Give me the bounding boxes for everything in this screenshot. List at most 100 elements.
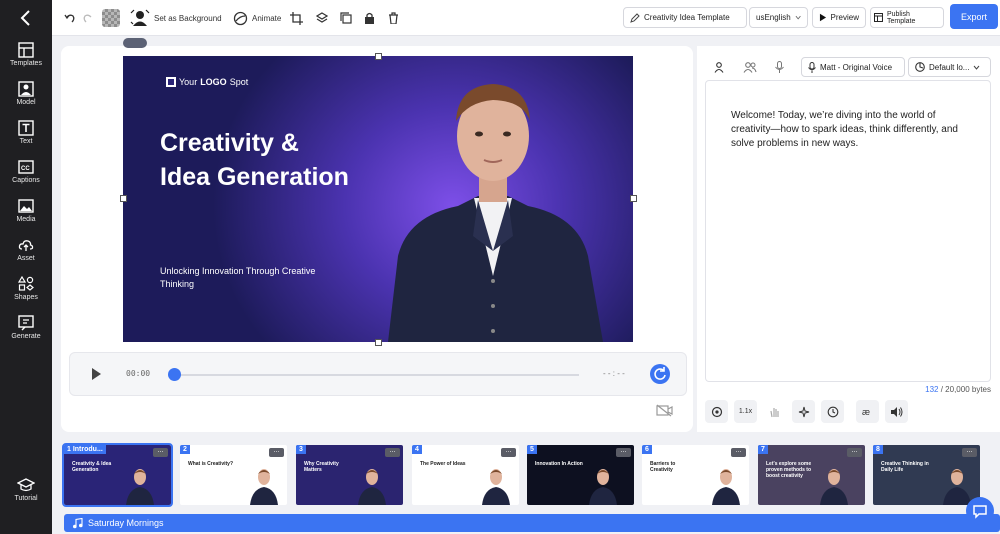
back-arrow-icon[interactable] — [16, 8, 36, 28]
scene-thumbnail[interactable]: 1 Introdu...... Creativity & Idea Generat… — [62, 443, 173, 507]
export-button[interactable]: Export — [950, 4, 998, 29]
background-color-swatch[interactable] — [102, 9, 120, 27]
rail-item-shapes[interactable]: Shapes — [0, 276, 52, 312]
tab-audio[interactable] — [765, 57, 793, 77]
audio-track[interactable]: Saturday Mornings — [64, 514, 1000, 532]
scene-more-button[interactable]: ... — [501, 447, 516, 457]
play-icon[interactable] — [90, 367, 102, 381]
set-as-background-button[interactable]: Set as Background — [130, 8, 222, 28]
scene-slide-title: Let's explore some proven methods to boo… — [766, 461, 812, 479]
progress-track[interactable] — [174, 374, 579, 376]
scene-more-button[interactable]: ... — [962, 447, 977, 457]
delete-button[interactable] — [388, 8, 399, 28]
ai-assist-button[interactable] — [705, 400, 728, 423]
publish-template-button[interactable]: Publish Template — [870, 7, 944, 28]
scene-slide-title: Barriers to Creativity — [650, 461, 676, 473]
scene-slide-title: The Power of Ideas — [420, 461, 466, 467]
layers-icon — [316, 12, 328, 23]
tag-chip[interactable] — [123, 38, 147, 48]
duplicate-button[interactable] — [340, 8, 352, 28]
pronunciation-button[interactable]: æ — [856, 400, 879, 423]
rail-label: Captions — [12, 177, 40, 184]
person-icon — [714, 61, 724, 73]
rail-item-media[interactable]: Media — [0, 198, 52, 234]
emotion-select[interactable]: Default lo... — [908, 57, 991, 77]
publish-label: Publish Template — [886, 10, 916, 25]
scene-more-button[interactable]: ... — [731, 447, 746, 457]
rail-label: Text — [19, 138, 33, 145]
scene-more-button[interactable]: ... — [616, 447, 631, 457]
scene-more-button[interactable]: ... — [153, 447, 168, 457]
slide-title-line1: Creativity & — [160, 129, 299, 157]
animate-button[interactable]: Animate — [233, 8, 281, 28]
scene-thumbnail[interactable]: 3... Why Creativity Matters — [296, 445, 403, 505]
rail-item-generate[interactable]: Generate — [0, 315, 52, 351]
generate-icon — [18, 315, 34, 331]
crop-icon — [290, 11, 303, 25]
scene-more-button[interactable]: ... — [847, 447, 862, 457]
scene-thumbnail[interactable]: 5... Innovation In Action — [527, 445, 634, 505]
avatar-presenter[interactable] — [378, 76, 608, 342]
scene-thumbnail[interactable]: 7... Let's explore some proven methods to… — [758, 445, 865, 505]
camera-off-icon[interactable] — [656, 404, 673, 417]
layers-button[interactable] — [316, 8, 328, 28]
rail-item-tutorial[interactable]: Tutorial — [0, 477, 52, 513]
rail-item-captions[interactable]: CC Captions — [0, 159, 52, 195]
avatar-thumbnail — [482, 469, 510, 505]
script-text[interactable]: Welcome! Today, we’re diving into the wo… — [731, 109, 971, 151]
slide-logo[interactable]: Your LOGO Spot — [166, 77, 248, 87]
chat-support-button[interactable] — [966, 497, 994, 525]
template-name-field[interactable]: Creativity Idea Template — [623, 7, 747, 28]
speed-button[interactable]: 1.1x — [734, 400, 757, 423]
trash-icon — [389, 12, 398, 24]
crop-button[interactable] — [290, 8, 303, 28]
rail-item-model[interactable]: Model — [0, 81, 52, 117]
rail-label: Shapes — [14, 294, 38, 301]
scene-number: 4 — [412, 445, 422, 454]
volume-button[interactable] — [885, 400, 908, 423]
effects-button[interactable] — [792, 400, 815, 423]
resize-handle[interactable] — [375, 53, 382, 60]
logo-prefix: Your — [179, 77, 198, 87]
language-select[interactable]: usEnglish — [749, 7, 808, 28]
gesture-button[interactable] — [763, 400, 786, 423]
scene-number: 3 — [296, 445, 306, 454]
voice-select[interactable]: Matt - Original Voice — [801, 57, 905, 77]
slide-canvas[interactable]: Your LOGO Spot Creativity & Idea Generat… — [123, 56, 633, 342]
rail-item-text[interactable]: Text — [0, 120, 52, 156]
regenerate-button[interactable] — [650, 364, 670, 384]
scene-timeline: 1 Introdu...... Creativity & Idea Generat… — [52, 436, 1000, 534]
lock-button[interactable] — [364, 8, 375, 28]
slide-title[interactable]: Creativity & Idea Generation — [160, 126, 400, 194]
script-textarea[interactable]: Welcome! Today, we’re diving into the wo… — [705, 80, 991, 382]
tab-single-speaker[interactable] — [705, 57, 733, 77]
scene-thumbnail[interactable]: 8... Creative Thinking in Daily Life — [873, 445, 980, 505]
rail-item-asset[interactable]: Asset — [0, 237, 52, 273]
people-icon — [743, 61, 757, 73]
graduation-cap-icon — [17, 478, 35, 492]
preview-button[interactable]: Preview — [812, 7, 866, 28]
redo-button[interactable] — [82, 8, 94, 28]
resize-handle[interactable] — [120, 195, 127, 202]
scene-more-button[interactable]: ... — [385, 447, 400, 457]
lock-icon — [365, 12, 374, 24]
progress-knob[interactable] — [168, 368, 181, 381]
avatar-thumbnail — [250, 469, 278, 505]
tab-multi-speaker[interactable] — [736, 57, 764, 77]
play-icon — [819, 13, 827, 22]
undo-button[interactable] — [64, 8, 76, 28]
set-as-background-label: Set as Background — [154, 13, 222, 23]
scene-thumbnail[interactable]: 6... Barriers to Creativity — [642, 445, 749, 505]
scene-number: 1 Introdu... — [64, 445, 106, 454]
scene-thumbnail[interactable]: 4... The Power of Ideas — [412, 445, 519, 505]
resize-handle[interactable] — [375, 339, 382, 346]
resize-handle[interactable] — [630, 195, 637, 202]
scene-more-button[interactable]: ... — [269, 447, 284, 457]
scene-thumbnail[interactable]: 2... What is Creativity? — [180, 445, 287, 505]
pronunciation-icon: æ — [862, 407, 870, 417]
microphone-icon — [808, 61, 816, 73]
rail-label: Media — [16, 216, 36, 223]
pause-insert-button[interactable] — [821, 400, 844, 423]
rail-item-templates[interactable]: Templates — [0, 42, 52, 78]
slide-subtitle[interactable]: Unlocking Innovation Through Creative Th… — [160, 265, 330, 291]
